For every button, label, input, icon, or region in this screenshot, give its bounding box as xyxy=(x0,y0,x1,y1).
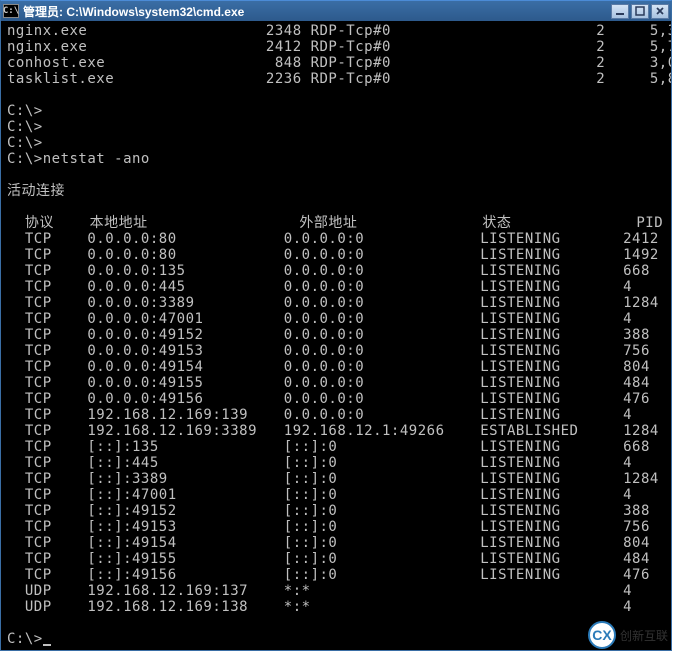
maximize-button[interactable] xyxy=(631,4,649,19)
cmd-icon: C:\ xyxy=(3,4,19,18)
close-button[interactable] xyxy=(651,4,669,19)
minimize-icon xyxy=(615,6,625,16)
titlebar[interactable]: C:\ 管理员: C:\Windows\system32\cmd.exe xyxy=(1,1,671,21)
watermark-logo-icon: CX xyxy=(588,621,616,649)
cursor xyxy=(43,644,51,646)
window-title: 管理员: C:\Windows\system32\cmd.exe xyxy=(23,3,611,20)
minimize-button[interactable] xyxy=(611,4,629,19)
watermark-text: 创新互联 xyxy=(620,627,668,644)
console-output[interactable]: nginx.exe 2348 RDP-Tcp#0 2 5,392 K nginx… xyxy=(1,21,671,650)
window-controls xyxy=(611,4,669,19)
maximize-icon xyxy=(635,6,645,16)
cmd-window: C:\ 管理员: C:\Windows\system32\cmd.exe ngi… xyxy=(0,0,672,651)
close-icon xyxy=(655,6,665,16)
watermark: CX 创新互联 xyxy=(588,621,668,649)
